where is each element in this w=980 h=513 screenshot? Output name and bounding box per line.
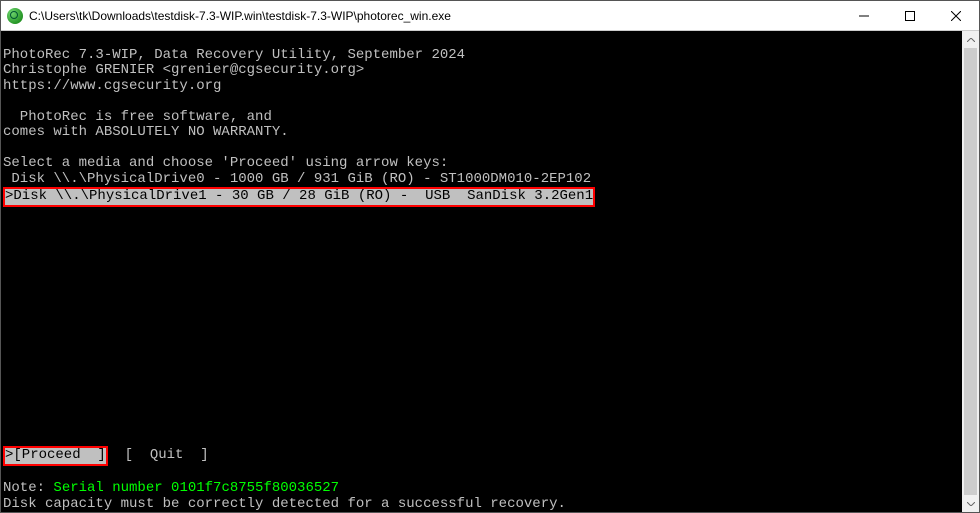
minimize-icon xyxy=(859,11,869,21)
scroll-down-button[interactable] xyxy=(962,495,979,512)
header-line1: PhotoRec 7.3-WIP, Data Recovery Utility,… xyxy=(3,47,465,63)
footer-line1: Disk capacity must be correctly detected… xyxy=(3,496,566,512)
close-button[interactable] xyxy=(933,1,979,31)
scrollbar-thumb[interactable] xyxy=(964,48,977,495)
note-label: Note: xyxy=(3,480,53,496)
quit-button[interactable]: [ Quit ] xyxy=(108,447,209,463)
highlight-box-proceed: >[Proceed ] xyxy=(3,446,108,466)
scroll-up-button[interactable] xyxy=(962,31,979,48)
disk-option-1-selected[interactable]: >Disk \\.\PhysicalDrive1 - 30 GB / 28 Gi… xyxy=(5,189,593,205)
header-line3: https://www.cgsecurity.org xyxy=(3,78,221,94)
minimize-button[interactable] xyxy=(841,1,887,31)
chevron-up-icon xyxy=(967,38,975,42)
intro-line2: comes with ABSOLUTELY NO WARRANTY. xyxy=(3,124,289,140)
maximize-button[interactable] xyxy=(887,1,933,31)
vertical-scrollbar[interactable] xyxy=(962,31,979,512)
console-area[interactable]: PhotoRec 7.3-WIP, Data Recovery Utility,… xyxy=(1,31,979,512)
blank-area xyxy=(3,207,977,431)
app-icon xyxy=(7,8,23,24)
select-prompt: Select a media and choose 'Proceed' usin… xyxy=(3,155,448,171)
window-titlebar: C:\Users\tk\Downloads\testdisk-7.3-WIP.w… xyxy=(1,1,979,31)
close-icon xyxy=(951,11,961,21)
maximize-icon xyxy=(905,11,915,21)
disk-option-0[interactable]: Disk \\.\PhysicalDrive0 - 1000 GB / 931 … xyxy=(3,171,591,187)
header-line2: Christophe GRENIER <grenier@cgsecurity.o… xyxy=(3,62,364,78)
highlight-box-disk: >Disk \\.\PhysicalDrive1 - 30 GB / 28 Gi… xyxy=(3,187,595,207)
intro-line1: PhotoRec is free software, and xyxy=(3,109,272,125)
window-controls xyxy=(841,1,979,30)
proceed-button[interactable]: >[Proceed ] xyxy=(5,448,106,464)
serial-number: Serial number 0101f7c8755f80036527 xyxy=(53,480,339,496)
chevron-down-icon xyxy=(967,502,975,506)
footer-line2: If a disk listed above has an incorrect … xyxy=(3,511,667,512)
scrollbar-track[interactable] xyxy=(962,48,979,495)
window-title: C:\Users\tk\Downloads\testdisk-7.3-WIP.w… xyxy=(29,9,841,23)
